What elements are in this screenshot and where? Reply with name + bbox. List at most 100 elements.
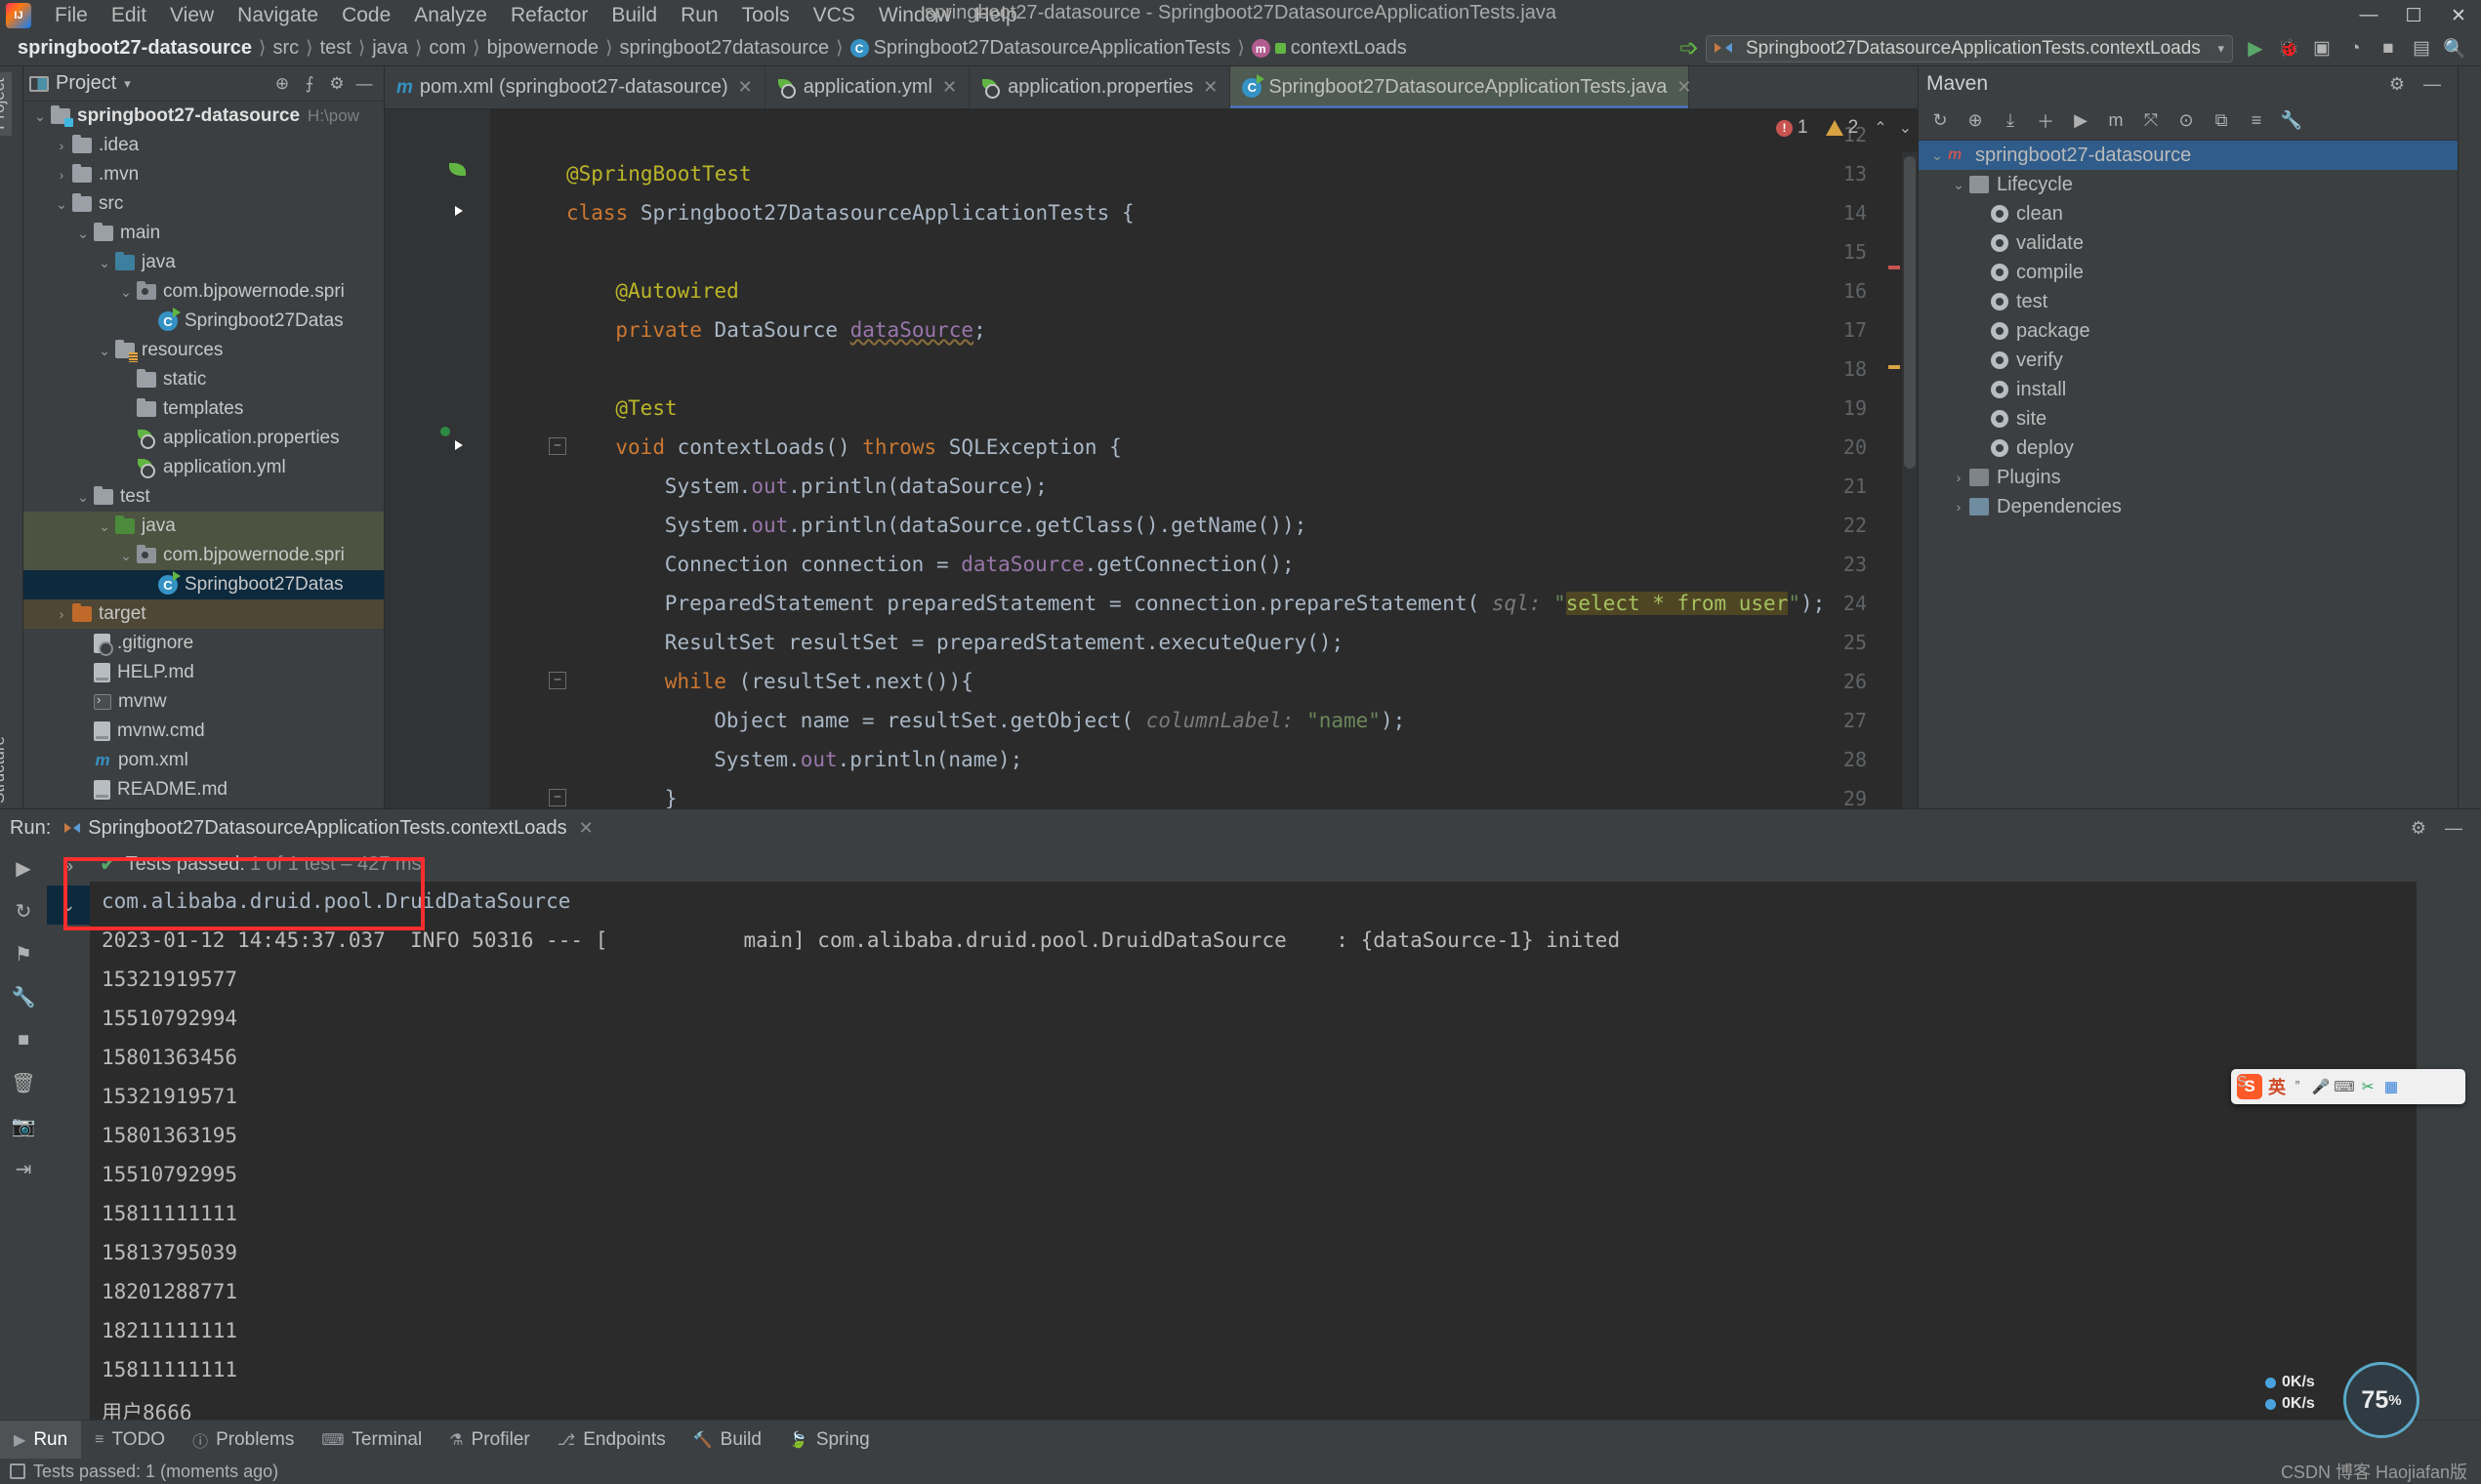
project-tree-row[interactable]: mvnw.cmd xyxy=(23,717,384,746)
maven-tree-row[interactable]: test xyxy=(1919,287,2458,316)
chevron-down-icon[interactable]: ⌄ xyxy=(1948,177,1969,193)
code-line[interactable]: @SpringBootTest xyxy=(566,154,752,193)
scissors-icon[interactable]: ✂ xyxy=(2356,1075,2379,1098)
editor-tab-bar[interactable]: m pom.xml (springboot27-datasource) ✕ appli… xyxy=(385,66,1918,109)
code-line[interactable]: PreparedStatement preparedStatement = co… xyxy=(566,584,1825,623)
expand-tests-icon[interactable]: » xyxy=(47,846,90,886)
chevron-right-icon[interactable]: › xyxy=(51,138,72,153)
maven-tree-row[interactable]: ⌄ m springboot27-datasource xyxy=(1919,141,2458,170)
tool-window-button-run[interactable]: ▶ Run xyxy=(0,1420,82,1460)
search-icon[interactable]: 🔍 xyxy=(2438,34,2471,63)
close-icon[interactable]: ✕ xyxy=(579,818,594,839)
project-tree-row[interactable]: ⌄ com.bjpowernode.spri xyxy=(23,541,384,570)
maven-tree-row[interactable]: compile xyxy=(1919,258,2458,287)
code-line[interactable]: System.out.println(dataSource.getClass()… xyxy=(566,506,1306,545)
chevron-down-icon[interactable]: ⌄ xyxy=(72,226,94,242)
console-output[interactable]: ✔ Tests passed: 1 of 1 test – 427 ms com… xyxy=(90,846,2417,1433)
ime-punctuation-icon[interactable]: ˮ xyxy=(2286,1075,2309,1098)
inspection-widget[interactable]: 1 2 ⌃ ⌄ xyxy=(1776,111,1912,144)
menu-run[interactable]: Run xyxy=(669,1,730,30)
menu-edit[interactable]: Edit xyxy=(100,1,158,30)
project-tree-row[interactable]: HELP.md xyxy=(23,658,384,687)
code-line[interactable]: Object name = resultSet.getObject( colum… xyxy=(566,701,1405,740)
maven-toolbar-button[interactable]: ⊕ xyxy=(1958,105,1993,137)
maven-tree-row[interactable]: › Dependencies xyxy=(1919,492,2458,521)
maven-tree[interactable]: ⌄ m springboot27-datasource ⌄ Lifecycle clean… xyxy=(1919,141,2458,808)
collapse-all-icon[interactable]: ⨍ xyxy=(296,70,323,98)
breadcrumb-class[interactable]: Springboot27DatasourceApplicationTests xyxy=(849,37,1230,60)
project-tree-row[interactable]: ⌄ com.bjpowernode.spri xyxy=(23,277,384,307)
maven-tree-row[interactable]: site xyxy=(1919,404,2458,433)
menu-bar[interactable]: File Edit View Navigate Code Analyze Ref… xyxy=(43,1,1029,30)
editor-tab[interactable]: application.yml ✕ xyxy=(765,66,971,108)
code-line[interactable]: void contextLoads() throws SQLException … xyxy=(566,428,1121,467)
project-tree-row[interactable]: README.md xyxy=(23,775,384,804)
hide-panel-icon[interactable]: — xyxy=(351,70,378,98)
project-tree[interactable]: ⌄ springboot27-datasource H:\pow › .idea › .mv… xyxy=(23,102,384,808)
project-tree-row[interactable]: static xyxy=(23,365,384,394)
run-gutter-button[interactable]: ⇥ xyxy=(0,1147,47,1190)
chevron-down-icon[interactable]: ▾ xyxy=(2217,41,2224,57)
project-tree-row[interactable]: application.properties xyxy=(23,424,384,453)
spring-bean-gutter-icon[interactable] xyxy=(447,161,473,186)
run-gutter-button[interactable]: 📷 xyxy=(0,1104,47,1147)
tool-window-button-problems[interactable]: ⓘ Problems xyxy=(179,1421,308,1460)
maven-tree-row[interactable]: package xyxy=(1919,316,2458,346)
gear-icon[interactable]: ⚙ xyxy=(2379,68,2415,100)
project-tree-row[interactable]: ⌄ test xyxy=(23,482,384,512)
run-configuration-selector[interactable]: Springboot27DatasourceApplicationTests.c… xyxy=(1706,34,2233,62)
code-line[interactable]: Connection connection = dataSource.getCo… xyxy=(566,545,1295,584)
run-tree-column[interactable]: » ⌄ xyxy=(47,846,90,1433)
tool-window-button-profiler[interactable]: ⚗ Profiler xyxy=(435,1421,544,1460)
chevron-down-icon[interactable]: ⌄ xyxy=(94,343,115,359)
close-icon[interactable]: ✕ xyxy=(942,77,957,98)
chevron-down-icon[interactable]: ▾ xyxy=(124,76,131,92)
code-line[interactable]: } xyxy=(566,779,678,808)
chevron-down-icon[interactable]: ⌄ xyxy=(115,548,137,564)
previous-problem-icon[interactable]: ⌃ xyxy=(1874,118,1886,138)
breadcrumb-src[interactable]: src xyxy=(272,37,299,60)
close-button[interactable]: ✕ xyxy=(2436,0,2481,31)
maven-toolbar-button[interactable]: m xyxy=(2098,105,2133,137)
maven-toolbar[interactable]: ↻ ⊕ ⤓ ＋ ▶ m ⤧ ⊙ ⧉ ≡ 🔧 xyxy=(1919,102,2458,141)
code-line[interactable]: class Springboot27DatasourceApplicationT… xyxy=(566,193,1135,232)
project-tree-row[interactable]: mvnw xyxy=(23,687,384,717)
apps-grid-icon[interactable]: ▦ xyxy=(2379,1075,2403,1098)
menu-analyze[interactable]: Analyze xyxy=(402,1,499,30)
hide-panel-icon[interactable]: — xyxy=(2415,68,2450,100)
tool-window-button-spring[interactable]: 🍃 Spring xyxy=(775,1421,884,1460)
editor-gutter[interactable] xyxy=(385,109,490,808)
scrollbar-thumb[interactable] xyxy=(1904,156,1916,469)
maximize-button[interactable]: ☐ xyxy=(2391,0,2436,31)
breadcrumb-com[interactable]: com xyxy=(429,37,466,60)
run-with-coverage-button[interactable]: ▣ xyxy=(2305,34,2338,63)
run-gutter-toolbar[interactable]: ▶ ↻ ⚑ 🔧 ■ 🗑 📷 ⇥ xyxy=(0,846,47,1433)
gear-icon[interactable]: ⚙ xyxy=(323,70,351,98)
code-line[interactable]: System.out.println(name); xyxy=(566,740,1022,779)
close-icon[interactable]: ✕ xyxy=(738,77,753,98)
build-hammer-icon[interactable]: ➩ xyxy=(1673,34,1706,63)
close-icon[interactable]: ✕ xyxy=(1676,77,1691,98)
menu-navigate[interactable]: Navigate xyxy=(226,1,330,30)
code-fold-toggle[interactable]: − xyxy=(549,437,566,455)
editor-tab[interactable]: application.properties ✕ xyxy=(970,66,1231,108)
menu-vcs[interactable]: VCS xyxy=(802,1,867,30)
run-test-gutter-icon[interactable] xyxy=(447,434,473,460)
tool-window-button-endpoints[interactable]: ⎇ Endpoints xyxy=(544,1421,680,1460)
maven-toolbar-button[interactable]: ＋ xyxy=(2028,105,2063,137)
project-tree-row[interactable]: m pom.xml xyxy=(23,746,384,775)
menu-window[interactable]: Window xyxy=(867,1,964,30)
maven-tree-row[interactable]: install xyxy=(1919,375,2458,404)
window-controls[interactable]: — ☐ ✕ xyxy=(2346,0,2481,31)
breadcrumb-test[interactable]: test xyxy=(320,37,351,60)
project-tree-row[interactable]: .gitignore xyxy=(23,629,384,658)
maven-tree-row[interactable]: deploy xyxy=(1919,433,2458,463)
menu-tools[interactable]: Tools xyxy=(730,1,802,30)
locate-file-icon[interactable]: ⊕ xyxy=(269,70,296,98)
project-tree-row[interactable]: application.yml xyxy=(23,453,384,482)
chevron-right-icon[interactable]: › xyxy=(51,606,72,622)
maven-tree-row[interactable]: › Plugins xyxy=(1919,463,2458,492)
menu-file[interactable]: File xyxy=(43,1,100,30)
maven-toolbar-button[interactable]: ⤧ xyxy=(2133,105,2169,137)
sidebar-tab-structure[interactable]: Structure xyxy=(0,730,12,809)
